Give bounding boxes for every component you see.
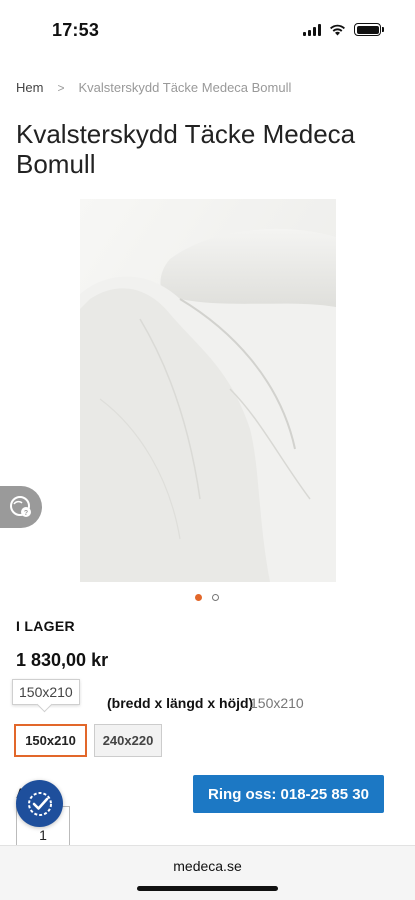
size-option-150x210[interactable]: 150x210	[14, 724, 87, 757]
checkmark-badge-icon	[27, 791, 52, 816]
home-indicator[interactable]	[137, 886, 278, 891]
browser-address-bar[interactable]: medeca.se	[0, 845, 415, 900]
chat-help-icon: ?	[10, 496, 31, 517]
carousel-dot-2[interactable]	[212, 594, 219, 601]
page-title: Kvalsterskydd Täcke Medeca Bomull	[16, 119, 356, 179]
breadcrumb-home-link[interactable]: Hem	[16, 80, 43, 95]
status-time: 17:53	[52, 20, 100, 40]
side-help-button[interactable]: ?	[0, 486, 42, 528]
svg-text:?: ?	[24, 510, 28, 517]
stock-status: I LAGER	[16, 618, 75, 634]
duvet-product-photo	[80, 199, 336, 582]
size-selected-value: 150x210	[250, 695, 304, 711]
status-icons	[303, 23, 384, 36]
size-tooltip: 150x210	[12, 679, 80, 705]
status-bar: 17:53	[0, 0, 415, 62]
carousel-dot-1[interactable]	[195, 594, 202, 601]
breadcrumb-separator: >	[57, 80, 65, 95]
size-option-240x220[interactable]: 240x220	[94, 724, 162, 757]
product-price: 1 830,00 kr	[16, 650, 109, 670]
breadcrumb: Hem > Kvalsterskydd Täcke Medeca Bomull	[16, 80, 291, 95]
address-url[interactable]: medeca.se	[0, 858, 415, 874]
product-image[interactable]	[80, 199, 336, 582]
cellular-signal-icon	[303, 23, 321, 36]
call-us-button[interactable]: Ring oss: 018-25 85 30	[193, 775, 384, 813]
carousel-dots	[195, 594, 219, 601]
battery-icon	[354, 23, 384, 36]
wifi-icon	[330, 24, 345, 35]
trust-badge-button[interactable]	[16, 780, 63, 827]
breadcrumb-current: Kvalsterskydd Täcke Medeca Bomull	[78, 80, 292, 95]
